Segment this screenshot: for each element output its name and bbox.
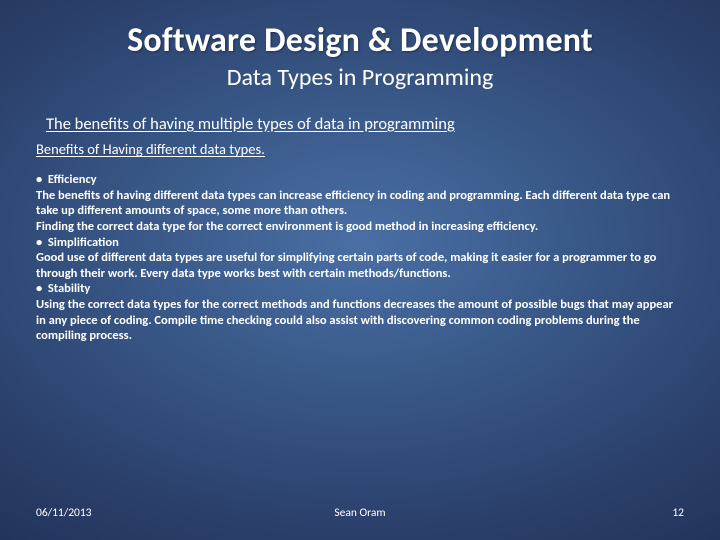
bullet-text: The benefits of having different data ty… (36, 188, 674, 235)
footer: 06/11/2013 Sean Oram 12 (36, 506, 684, 520)
footer-date: 06/11/2013 (36, 506, 92, 520)
body-content: • Efficiency The benefits of having diff… (36, 172, 674, 344)
footer-page: 12 (672, 506, 684, 520)
slide-subtitle: Data Types in Programming (36, 63, 684, 92)
slide-tagline: The benefits of having multiple types of… (46, 114, 684, 134)
bullet-label: • Stability (36, 281, 674, 297)
footer-author: Sean Oram (334, 506, 385, 520)
slide-container: Software Design & Development Data Types… (0, 0, 720, 540)
bullet-text: Using the correct data types for the cor… (36, 297, 674, 344)
slide-title: Software Design & Development (36, 20, 684, 61)
section-heading: Benefits of Having different data types. (36, 140, 684, 158)
bullet-label: • Efficiency (36, 172, 674, 188)
bullet-label: • Simplification (36, 235, 674, 251)
bullet-text: Good use of different data types are use… (36, 250, 674, 281)
